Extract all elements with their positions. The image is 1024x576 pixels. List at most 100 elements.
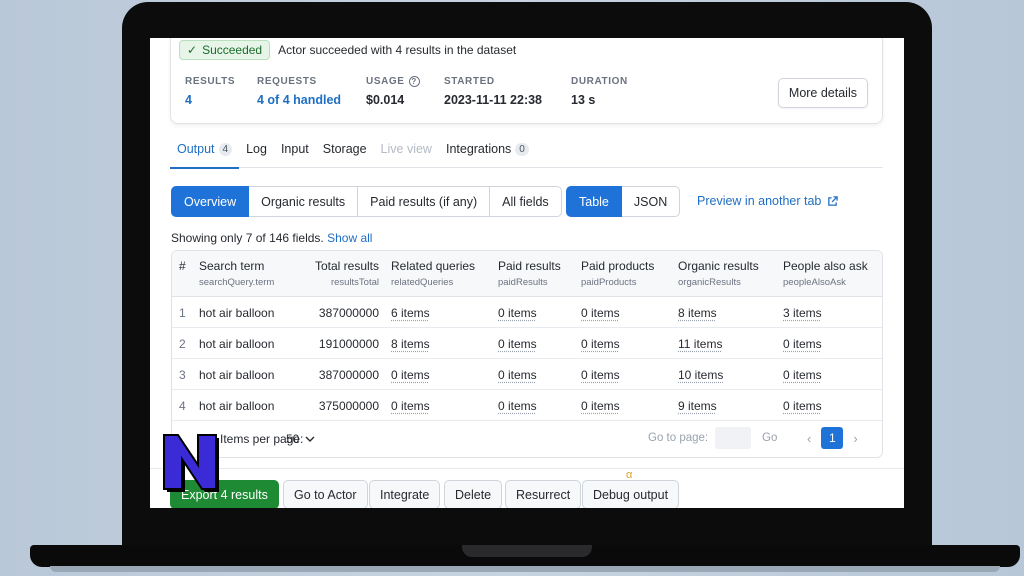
tab-integrations[interactable]: Integrations 0 bbox=[439, 138, 536, 168]
fields-info: Showing only 7 of 146 fields. Show all bbox=[171, 231, 372, 245]
col-paid-results-title: Paid results bbox=[498, 259, 561, 273]
tab-live-view-label: Live view bbox=[380, 142, 432, 156]
cell-search-term: hot air balloon bbox=[199, 337, 275, 351]
cell-people-also-ask[interactable]: 0 items bbox=[783, 399, 822, 413]
cell-paid-results[interactable]: 0 items bbox=[498, 399, 537, 413]
resurrect-button[interactable]: Resurrect bbox=[505, 480, 582, 508]
format-json[interactable]: JSON bbox=[621, 186, 681, 217]
more-details-button[interactable]: More details bbox=[777, 78, 868, 108]
status-badge-label: Succeeded bbox=[202, 43, 263, 57]
debug-output-button[interactable]: Debug output bbox=[582, 480, 680, 508]
view-paid-results[interactable]: Paid results (if any) bbox=[358, 186, 491, 217]
cell-people-also-ask[interactable]: 0 items bbox=[783, 337, 822, 351]
row-index: 4 bbox=[179, 399, 186, 413]
cell-organic-results[interactable]: 8 items bbox=[678, 306, 717, 320]
cell-people-also-ask[interactable]: 0 items bbox=[783, 368, 822, 382]
metric-results: RESULTS 4 bbox=[185, 76, 235, 107]
cell-related-queries[interactable]: 0 items bbox=[391, 368, 430, 382]
cell-paid-results[interactable]: 0 items bbox=[498, 368, 537, 382]
laptop-notch bbox=[462, 545, 592, 557]
metric-started: STARTED 2023-11-11 22:38 bbox=[444, 76, 542, 107]
tab-output-label: Output bbox=[177, 142, 215, 156]
fields-info-text: Showing only 7 of 146 fields. bbox=[171, 231, 324, 245]
preview-in-another-tab-link[interactable]: Preview in another tab bbox=[697, 194, 839, 208]
cell-organic-results[interactable]: 9 items bbox=[678, 399, 717, 413]
metric-started-label: STARTED bbox=[444, 76, 495, 87]
cell-paid-results[interactable]: 0 items bbox=[498, 306, 537, 320]
metric-usage-label: USAGE ? bbox=[366, 76, 420, 87]
laptop-base-shadow bbox=[50, 566, 1000, 572]
col-organic-results-header[interactable]: Organic results organicResults bbox=[678, 259, 759, 288]
cell-paid-products[interactable]: 0 items bbox=[581, 399, 620, 413]
cell-paid-products[interactable]: 0 items bbox=[581, 368, 620, 382]
metric-results-label: RESULTS bbox=[185, 76, 236, 87]
cell-related-queries[interactable]: 6 items bbox=[391, 306, 430, 320]
col-total-results-header[interactable]: Total results resultsTotal bbox=[311, 259, 379, 288]
col-search-term-header[interactable]: Search term searchQuery.term bbox=[199, 259, 274, 288]
tab-output[interactable]: Output 4 bbox=[170, 138, 240, 169]
metric-duration-label: DURATION bbox=[571, 76, 628, 87]
table-row: 3 hot air balloon 387000000 0 items 0 it… bbox=[172, 359, 882, 390]
tab-log[interactable]: Log bbox=[239, 138, 274, 168]
tab-input-label: Input bbox=[280, 142, 309, 156]
metric-requests: REQUESTS 4 of 4 handled bbox=[257, 76, 341, 107]
col-paid-results-header[interactable]: Paid results paidResults bbox=[498, 259, 561, 288]
cell-total-results: 387000000 bbox=[318, 368, 379, 382]
page-button-current[interactable]: 1 bbox=[821, 427, 844, 449]
cell-paid-results[interactable]: 0 items bbox=[498, 337, 537, 351]
cell-search-term: hot air balloon bbox=[199, 399, 275, 413]
cell-related-queries[interactable]: 8 items bbox=[391, 337, 430, 351]
col-paid-products-sub: paidProducts bbox=[581, 277, 637, 288]
col-organic-results-title: Organic results bbox=[678, 259, 759, 273]
cell-related-queries[interactable]: 0 items bbox=[391, 399, 430, 413]
cell-paid-products[interactable]: 0 items bbox=[581, 306, 620, 320]
col-people-also-ask-header[interactable]: People also ask peopleAlsoAsk bbox=[783, 259, 868, 288]
view-organic-results[interactable]: Organic results bbox=[249, 186, 359, 217]
show-all-link[interactable]: Show all bbox=[327, 231, 372, 245]
view-overview[interactable]: Overview bbox=[171, 186, 250, 217]
pagination: ‹ 1 › bbox=[807, 427, 858, 449]
metric-requests-value[interactable]: 4 of 4 handled bbox=[257, 93, 341, 107]
view-all-fields[interactable]: All fields bbox=[490, 186, 562, 217]
integrate-button[interactable]: Integrate bbox=[369, 480, 441, 508]
cell-organic-results[interactable]: 11 items bbox=[678, 337, 722, 351]
cell-people-also-ask[interactable]: 3 items bbox=[783, 306, 822, 320]
col-paid-products-title: Paid products bbox=[581, 259, 655, 273]
run-status-card: ✓ Succeeded Actor succeeded with 4 resul… bbox=[170, 38, 883, 124]
table-footer: Items per page: 50 Go to page: Go ‹ 1 › bbox=[172, 421, 882, 457]
tab-input[interactable]: Input bbox=[274, 138, 316, 168]
status-message: Actor succeeded with 4 results in the da… bbox=[278, 43, 517, 57]
chevron-left-icon[interactable]: ‹ bbox=[807, 431, 811, 446]
table-row: 1 hot air balloon 387000000 6 items 0 it… bbox=[172, 297, 882, 328]
cell-organic-results[interactable]: 10 items bbox=[678, 368, 723, 382]
status-row: ✓ Succeeded Actor succeeded with 4 resul… bbox=[179, 40, 516, 60]
run-tabs: Output 4 Log Input Storage Live view Int… bbox=[170, 138, 883, 169]
metric-duration: DURATION 13 s bbox=[571, 76, 628, 107]
col-search-term-title: Search term bbox=[199, 259, 265, 273]
col-total-results-sub: resultsTotal bbox=[330, 277, 379, 288]
metric-results-value[interactable]: 4 bbox=[185, 93, 235, 107]
cell-paid-products[interactable]: 0 items bbox=[581, 337, 620, 351]
go-to-page-input[interactable] bbox=[715, 427, 751, 449]
format-selector: Table JSON bbox=[566, 186, 681, 217]
tab-storage[interactable]: Storage bbox=[316, 138, 374, 168]
cell-total-results: 375000000 bbox=[318, 399, 379, 413]
items-per-page-select[interactable]: 50 bbox=[286, 432, 315, 446]
chevron-right-icon[interactable]: › bbox=[853, 431, 857, 446]
help-icon[interactable]: ? bbox=[408, 76, 420, 87]
view-selector: Overview Organic results Paid results (i… bbox=[171, 186, 562, 217]
check-icon: ✓ bbox=[187, 43, 198, 57]
format-table[interactable]: Table bbox=[566, 186, 622, 217]
go-button[interactable]: Go bbox=[762, 432, 777, 444]
go-to-actor-button[interactable]: Go to Actor bbox=[283, 480, 368, 508]
col-paid-products-header[interactable]: Paid products paidProducts bbox=[581, 259, 654, 288]
cell-search-term: hot air balloon bbox=[199, 368, 275, 382]
tab-storage-label: Storage bbox=[322, 142, 367, 156]
tab-live-view: Live view bbox=[374, 138, 439, 168]
row-index: 2 bbox=[179, 337, 186, 351]
chevron-down-icon bbox=[305, 436, 315, 442]
results-table: # Search term searchQuery.term Total resu… bbox=[171, 250, 883, 458]
col-related-queries-header[interactable]: Related queries relatedQueries bbox=[391, 259, 475, 288]
metric-usage-value: $0.014 bbox=[366, 93, 405, 107]
delete-button[interactable]: Delete bbox=[444, 480, 503, 508]
